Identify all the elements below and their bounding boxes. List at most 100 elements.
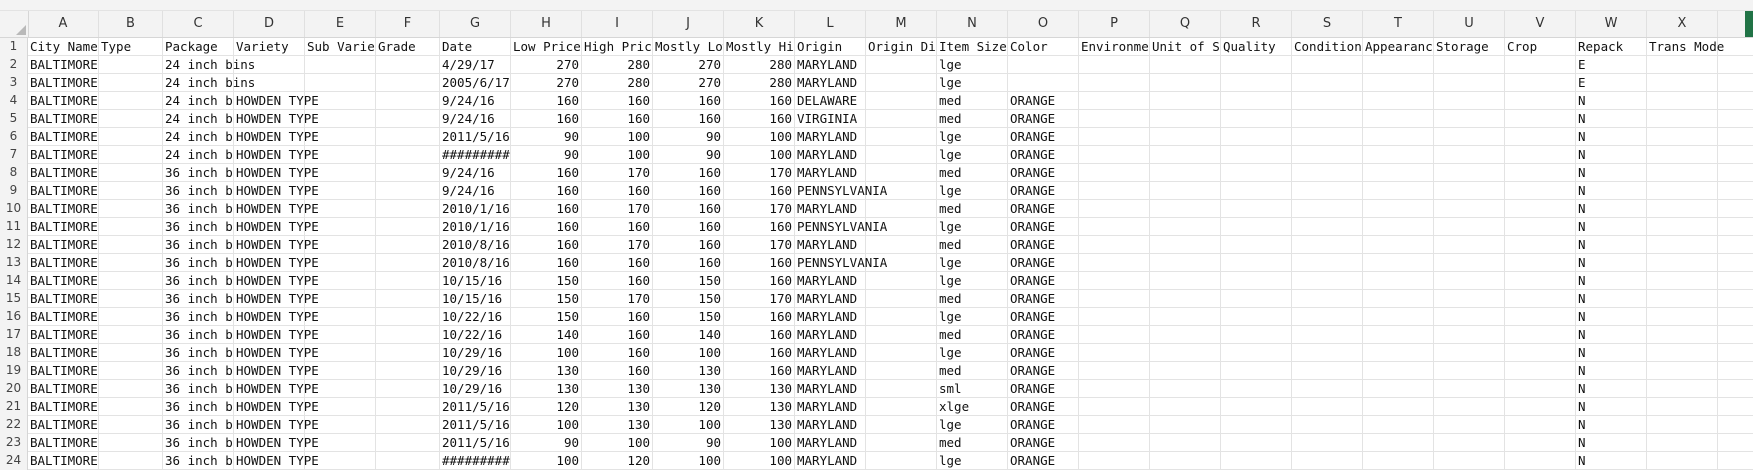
cell-c15[interactable]: 36 inch bins: [163, 290, 234, 308]
cell-e1[interactable]: Sub Variety: [305, 38, 376, 56]
cell-k18[interactable]: 160: [724, 344, 795, 362]
cell-t22[interactable]: [1363, 416, 1434, 434]
cell-i1[interactable]: High Price: [582, 38, 653, 56]
cell-i21[interactable]: 130: [582, 398, 653, 416]
cell-d1[interactable]: Variety: [234, 38, 305, 56]
cell-m1[interactable]: Origin District: [866, 38, 937, 56]
cell-m24[interactable]: [866, 452, 937, 470]
cell-h14[interactable]: 150: [511, 272, 582, 290]
cell-b3[interactable]: [99, 74, 163, 92]
cell-d7[interactable]: HOWDEN TYPE: [234, 146, 319, 164]
cell-n3[interactable]: lge: [937, 74, 1008, 92]
cell-j18[interactable]: 100: [653, 344, 724, 362]
cell-x2[interactable]: [1647, 56, 1718, 74]
cell-w19[interactable]: N: [1576, 362, 1647, 380]
cell-h24[interactable]: 100: [511, 452, 582, 470]
cell-l11[interactable]: PENNSYLVANIA: [795, 218, 887, 236]
cell-b1[interactable]: Type: [99, 38, 163, 56]
row-number[interactable]: 19: [0, 362, 28, 380]
column-header-o[interactable]: O: [1008, 11, 1079, 37]
cell-p3[interactable]: [1079, 74, 1150, 92]
cell-l9[interactable]: PENNSYLVANIA: [795, 182, 887, 200]
cell-j11[interactable]: 160: [653, 218, 724, 236]
row-number[interactable]: 7: [0, 146, 28, 164]
cell-w12[interactable]: N: [1576, 236, 1647, 254]
cell-b4[interactable]: [99, 92, 163, 110]
cell-u7[interactable]: [1434, 146, 1505, 164]
cell-c23[interactable]: 36 inch bins: [163, 434, 234, 452]
cell-l6[interactable]: MARYLAND: [795, 128, 866, 146]
cell-d4[interactable]: HOWDEN TYPE: [234, 92, 319, 110]
cell-n9[interactable]: lge: [937, 182, 1008, 200]
cell-j8[interactable]: 160: [653, 164, 724, 182]
column-header-b[interactable]: B: [99, 11, 163, 37]
cell-q20[interactable]: [1150, 380, 1221, 398]
cell-q23[interactable]: [1150, 434, 1221, 452]
cell-x17[interactable]: [1647, 326, 1718, 344]
cell-q24[interactable]: [1150, 452, 1221, 470]
cell-w13[interactable]: N: [1576, 254, 1647, 272]
cell-g13[interactable]: 2010/8/16: [440, 254, 511, 272]
cell-o16[interactable]: ORANGE: [1008, 308, 1079, 326]
cell-f15[interactable]: [376, 290, 440, 308]
cell-n19[interactable]: med: [937, 362, 1008, 380]
cell-v15[interactable]: [1505, 290, 1576, 308]
cell-p23[interactable]: [1079, 434, 1150, 452]
cell-i14[interactable]: 160: [582, 272, 653, 290]
cell-b24[interactable]: [99, 452, 163, 470]
cell-g10[interactable]: 2010/1/16: [440, 200, 511, 218]
cell-r12[interactable]: [1221, 236, 1292, 254]
cell-f16[interactable]: [376, 308, 440, 326]
cell-f6[interactable]: [376, 128, 440, 146]
cell-p14[interactable]: [1079, 272, 1150, 290]
cell-g9[interactable]: 9/24/16: [440, 182, 511, 200]
cell-m22[interactable]: [866, 416, 937, 434]
cell-r22[interactable]: [1221, 416, 1292, 434]
cell-q15[interactable]: [1150, 290, 1221, 308]
cell-o12[interactable]: ORANGE: [1008, 236, 1079, 254]
cell-x13[interactable]: [1647, 254, 1718, 272]
cell-w9[interactable]: N: [1576, 182, 1647, 200]
cell-n10[interactable]: med: [937, 200, 1008, 218]
cell-l22[interactable]: MARYLAND: [795, 416, 866, 434]
cell-p1[interactable]: Environment: [1079, 38, 1150, 56]
column-header-c[interactable]: C: [163, 11, 234, 37]
sheet-scroll-indicator[interactable]: [1745, 11, 1753, 37]
cell-g23[interactable]: 2011/5/16: [440, 434, 511, 452]
cell-l15[interactable]: MARYLAND: [795, 290, 866, 308]
cell-s11[interactable]: [1292, 218, 1363, 236]
cell-k21[interactable]: 130: [724, 398, 795, 416]
cell-j4[interactable]: 160: [653, 92, 724, 110]
cell-i8[interactable]: 170: [582, 164, 653, 182]
cell-g7[interactable]: #########: [440, 146, 511, 164]
cell-m20[interactable]: [866, 380, 937, 398]
cell-m23[interactable]: [866, 434, 937, 452]
cell-g20[interactable]: 10/29/16: [440, 380, 511, 398]
cell-m10[interactable]: [866, 200, 937, 218]
column-header-j[interactable]: J: [653, 11, 724, 37]
cell-w21[interactable]: N: [1576, 398, 1647, 416]
cell-n2[interactable]: lge: [937, 56, 1008, 74]
cell-i22[interactable]: 130: [582, 416, 653, 434]
cell-l12[interactable]: MARYLAND: [795, 236, 866, 254]
cell-h15[interactable]: 150: [511, 290, 582, 308]
cell-g8[interactable]: 9/24/16: [440, 164, 511, 182]
row-number[interactable]: 22: [0, 416, 28, 434]
cell-s8[interactable]: [1292, 164, 1363, 182]
cell-r16[interactable]: [1221, 308, 1292, 326]
cell-o9[interactable]: ORANGE: [1008, 182, 1079, 200]
cell-m8[interactable]: [866, 164, 937, 182]
cell-f14[interactable]: [376, 272, 440, 290]
cell-a11[interactable]: BALTIMORE: [28, 218, 99, 236]
cell-m3[interactable]: [866, 74, 937, 92]
cell-h18[interactable]: 100: [511, 344, 582, 362]
cell-v14[interactable]: [1505, 272, 1576, 290]
row-number[interactable]: 1: [0, 38, 28, 56]
cell-r23[interactable]: [1221, 434, 1292, 452]
cell-e2[interactable]: [305, 56, 376, 74]
cell-f17[interactable]: [376, 326, 440, 344]
cell-w14[interactable]: N: [1576, 272, 1647, 290]
cell-l5[interactable]: VIRGINIA: [795, 110, 866, 128]
cell-x21[interactable]: [1647, 398, 1718, 416]
cell-t13[interactable]: [1363, 254, 1434, 272]
